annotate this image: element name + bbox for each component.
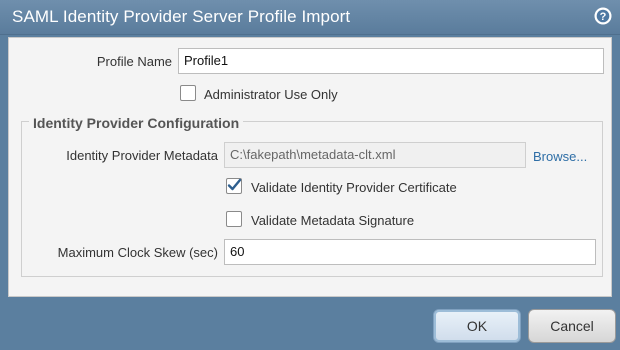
validate-metadata-sig-checkbox[interactable] <box>226 211 242 227</box>
max-clock-skew-input[interactable]: 60 <box>224 239 596 265</box>
ok-button[interactable]: OK <box>433 309 521 343</box>
idp-config-legend: Identity Provider Configuration <box>29 115 244 131</box>
admin-use-only-checkbox[interactable] <box>180 85 196 101</box>
idp-metadata-file-field[interactable]: C:\fakepath\metadata-clt.xml <box>224 142 526 168</box>
validate-idp-cert-label: Validate Identity Provider Certificate <box>251 180 457 195</box>
validate-idp-cert-checkbox[interactable] <box>226 178 242 194</box>
validate-metadata-sig-label: Validate Metadata Signature <box>251 213 415 228</box>
profile-name-input[interactable]: Profile1 <box>178 48 604 74</box>
cancel-button[interactable]: Cancel <box>528 309 616 343</box>
svg-text:?: ? <box>600 11 607 23</box>
max-clock-skew-label: Maximum Clock Skew (sec) <box>57 245 218 260</box>
checkmark-icon <box>227 178 242 191</box>
admin-use-only-label: Administrator Use Only <box>204 87 338 102</box>
saml-import-dialog: SAML Identity Provider Server Profile Im… <box>0 0 620 350</box>
help-icon[interactable]: ? <box>594 7 612 25</box>
idp-metadata-label: Identity Provider Metadata <box>66 148 218 163</box>
browse-link[interactable]: Browse... <box>533 149 587 164</box>
profile-name-label: Profile Name <box>96 54 172 69</box>
dialog-title: SAML Identity Provider Server Profile Im… <box>12 7 351 26</box>
dialog-title-bar[interactable]: SAML Identity Provider Server Profile Im… <box>0 0 620 35</box>
